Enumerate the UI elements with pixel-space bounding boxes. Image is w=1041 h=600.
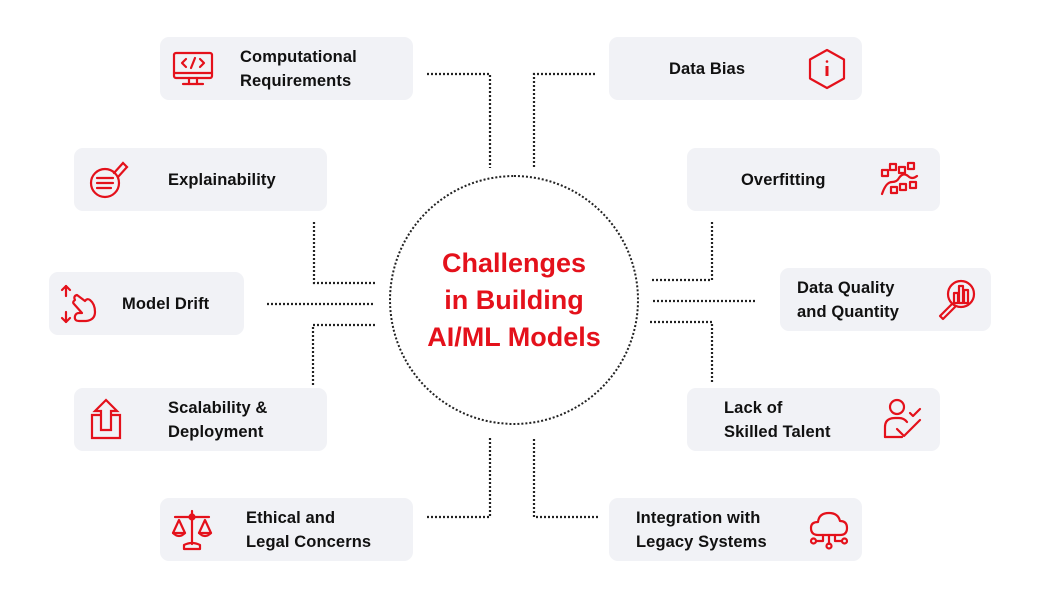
- card-label-line-2: Requirements: [240, 71, 352, 90]
- card-label-line-1: Data Quality: [797, 278, 895, 297]
- scatter-curve-icon: [878, 158, 922, 202]
- card-label-line-1: Data Bias: [669, 59, 746, 78]
- center-title-line-2: in Building: [444, 284, 584, 315]
- card-data-quality: Data Quality and Quantity: [780, 268, 991, 331]
- card-model-drift: Model Drift: [49, 272, 244, 335]
- upload-box-icon: [86, 397, 130, 441]
- card-label-line-1: Overfitting: [741, 170, 826, 189]
- center-title-line-1: Challenges: [441, 247, 587, 278]
- magnifier-chart-icon: [935, 277, 979, 321]
- card-label-line-2: and Quantity: [797, 302, 900, 321]
- scales-icon: [170, 508, 214, 552]
- card-label-line-1: Computational: [240, 47, 357, 66]
- computer-code-icon: [171, 47, 215, 91]
- connector-skilled-talent: [650, 320, 714, 382]
- connector-overfitting: [651, 222, 714, 282]
- card-computational-requirements: Computational Requirements: [160, 37, 413, 100]
- connector-data-bias: [532, 72, 595, 168]
- connector-scalability: [311, 323, 375, 385]
- card-scalability: Scalability & Deployment: [74, 388, 327, 451]
- card-explainability: Explainability: [74, 148, 327, 211]
- document-search-icon: [87, 158, 131, 202]
- person-check-icon: [882, 397, 926, 441]
- card-label-line-2: Deployment: [168, 422, 264, 441]
- card-label-line-1: Scalability &: [168, 398, 268, 417]
- card-data-bias: Data Bias: [609, 37, 862, 100]
- card-ethical-legal: Ethical and Legal Concerns: [160, 498, 413, 561]
- card-label-line-1: Lack of: [724, 398, 783, 417]
- card-legacy-integration: Integration with Legacy Systems: [609, 498, 862, 561]
- connector-ethical: [427, 437, 492, 519]
- hand-swipe-icon: [55, 282, 99, 326]
- card-overfitting: Overfitting: [687, 148, 940, 211]
- card-label-line-1: Ethical and: [246, 508, 336, 527]
- card-label-line-2: Legacy Systems: [636, 532, 767, 551]
- center-title-line-3: AI/ML Models: [427, 321, 601, 352]
- card-label-line-1: Model Drift: [122, 294, 210, 313]
- center-title: Challenges in Building AI/ML Models: [389, 175, 639, 425]
- cloud-network-icon: [807, 507, 851, 551]
- card-label-line-2: Skilled Talent: [724, 422, 831, 441]
- connector-computational: [427, 72, 492, 168]
- card-skilled-talent: Lack of Skilled Talent: [687, 388, 940, 451]
- card-label-line-1: Integration with: [636, 508, 761, 527]
- connector-explainability: [312, 222, 376, 285]
- card-label-line-2: Legal Concerns: [246, 532, 372, 551]
- card-label-line-1: Explainability: [168, 170, 276, 189]
- hexagon-info-icon: [805, 47, 849, 91]
- connector-legacy: [532, 437, 598, 519]
